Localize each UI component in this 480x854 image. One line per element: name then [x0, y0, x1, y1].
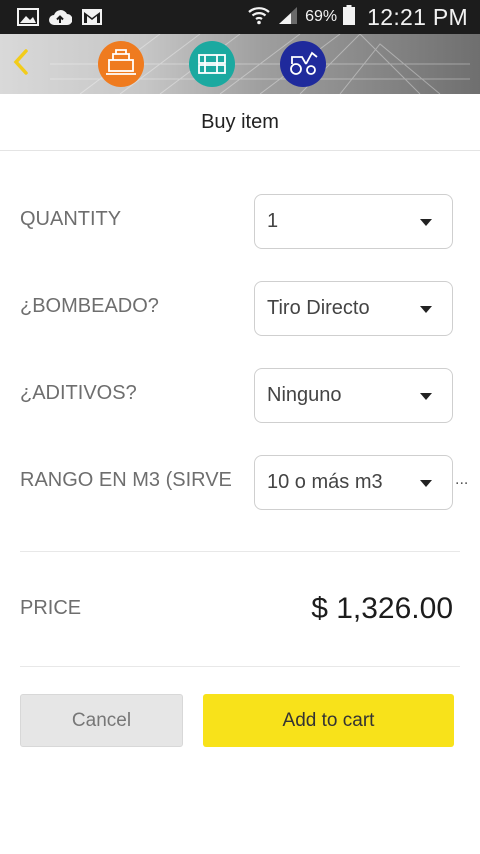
clock: 12:21 PM — [367, 3, 468, 30]
bombeado-label: ¿BOMBEADO? — [20, 295, 159, 317]
wifi-icon — [247, 4, 271, 31]
price-label: PRICE — [20, 597, 82, 619]
cloud-upload-icon — [48, 6, 72, 28]
overflow-indicator: ... — [455, 471, 469, 488]
quantity-label: QUANTITY — [20, 208, 122, 230]
rango-label: RANGO EN M3 (SIRVE — [20, 469, 232, 491]
bombeado-select[interactable]: Tiro Directo — [254, 281, 453, 336]
header-background-pattern — [50, 34, 470, 94]
header-banner — [0, 34, 480, 94]
back-button[interactable] — [6, 46, 36, 82]
materials-icon — [195, 47, 229, 82]
title-bar: Buy item — [0, 94, 480, 151]
status-bar: 69% 12:21 PM — [0, 0, 480, 34]
divider — [20, 666, 460, 667]
cancel-button[interactable]: Cancel — [20, 694, 183, 747]
aditivos-select[interactable]: Ninguno — [254, 368, 453, 423]
quantity-select[interactable]: 1 — [254, 194, 453, 249]
aditivos-label: ¿ADITIVOS? — [20, 382, 137, 404]
quantity-value: 1 — [267, 210, 279, 232]
add-to-cart-button[interactable]: Add to cart — [203, 694, 454, 747]
rango-value: 10 o más m3 — [267, 471, 383, 493]
price-value: $ 1,326.00 — [311, 592, 453, 625]
rango-select[interactable]: 10 o más m3 — [254, 455, 453, 510]
machinery-icon — [286, 47, 320, 82]
divider — [20, 551, 460, 552]
category-materials-button[interactable] — [189, 41, 235, 87]
chevron-left-icon — [12, 48, 30, 81]
concrete-mixer-icon — [104, 47, 138, 82]
aditivos-value: Ninguno — [267, 384, 342, 406]
page-title: Buy item — [201, 110, 279, 133]
caret-down-icon — [420, 480, 432, 487]
image-icon — [16, 6, 40, 28]
caret-down-icon — [420, 219, 432, 226]
gmail-icon — [80, 6, 104, 28]
system-status: 69% 12:21 PM — [247, 0, 468, 34]
signal-icon — [277, 5, 299, 30]
notification-icons — [16, 6, 104, 28]
battery-icon — [343, 4, 356, 30]
battery-percent: 69% — [305, 8, 338, 25]
caret-down-icon — [420, 306, 432, 313]
bombeado-value: Tiro Directo — [267, 297, 370, 319]
category-machinery-button[interactable] — [280, 41, 326, 87]
caret-down-icon — [420, 393, 432, 400]
category-concrete-button[interactable] — [98, 41, 144, 87]
